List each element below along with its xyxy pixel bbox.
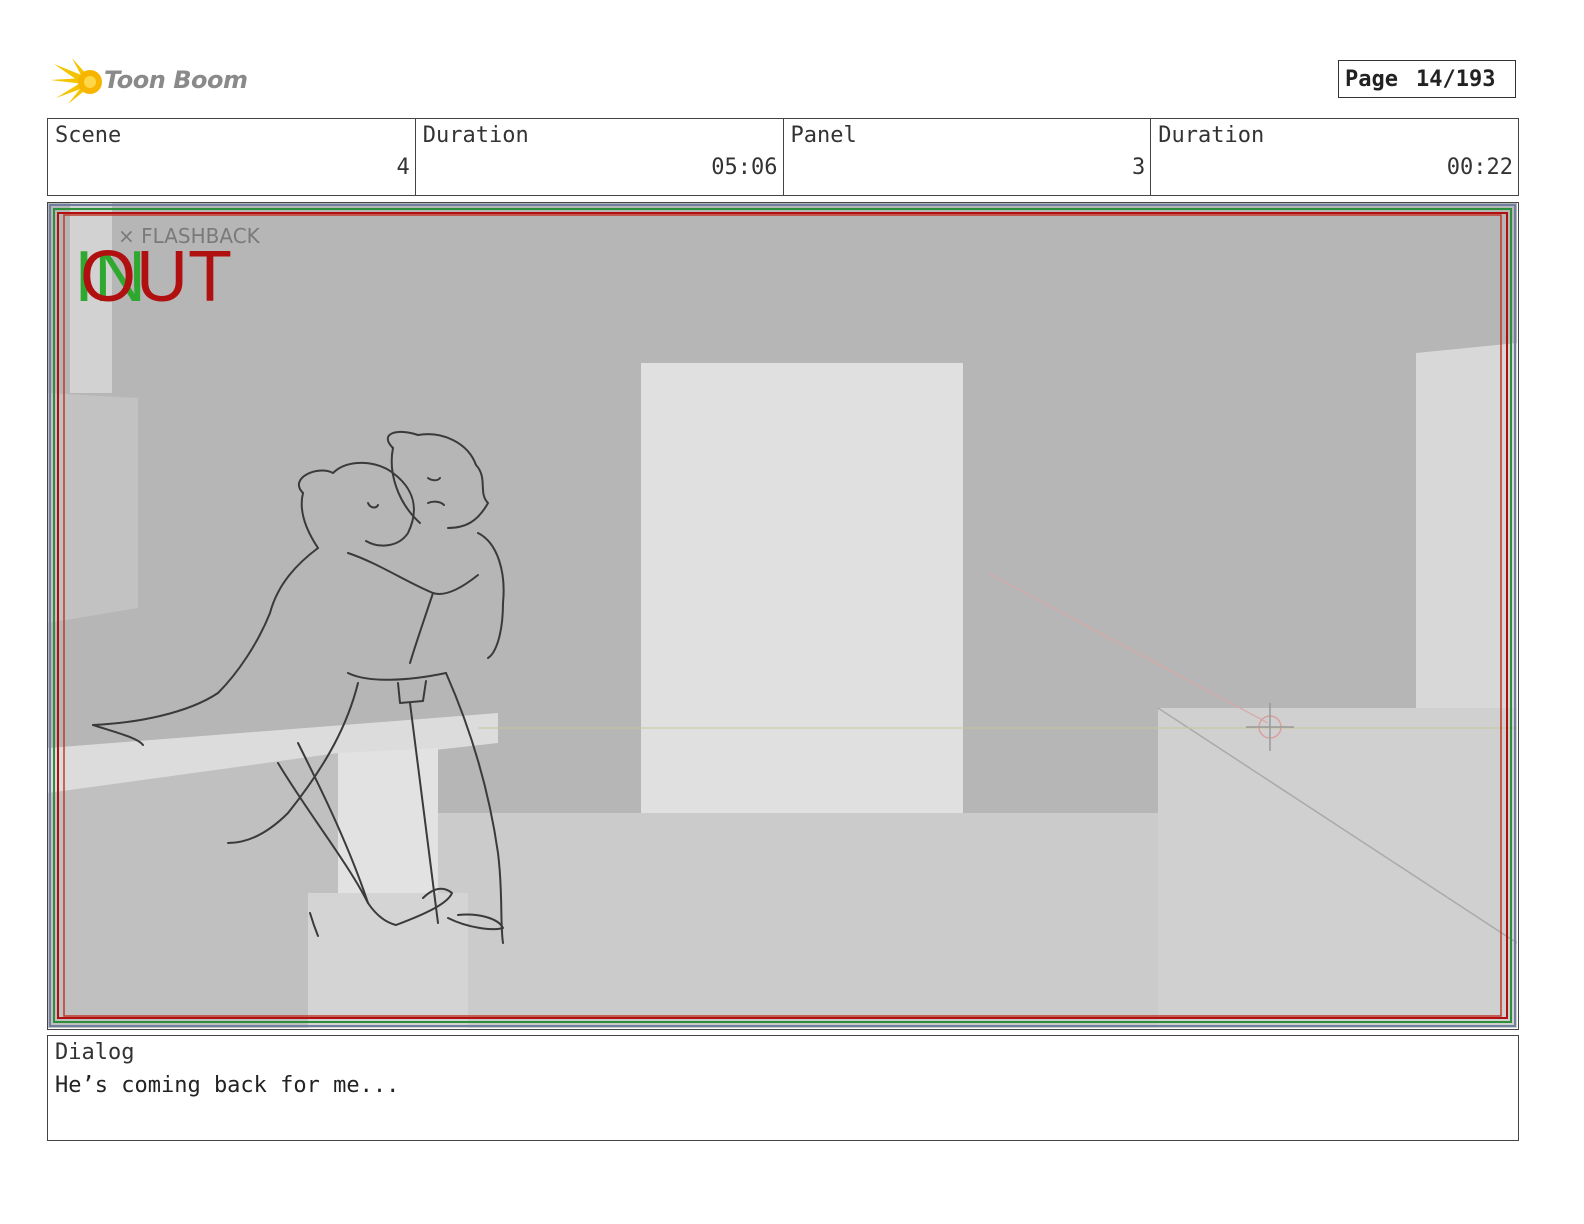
toon-boom-logo: Toon Boom [50,54,250,108]
scene-duration-cell: Duration 05:06 [416,119,784,195]
panel-duration-cell: Duration 00:22 [1151,119,1518,195]
dialog-label: Dialog [55,1040,135,1065]
scene-label: Scene [55,123,122,148]
scene-duration-value: 05:06 [711,155,778,180]
page-indicator: Page 14/193 [1338,60,1516,98]
dialog-text: He’s coming back for me... [55,1073,400,1098]
storyboard-panel: × FLASHBACK IN OUT [47,202,1519,1030]
scene-duration-label: Duration [422,123,529,148]
out-mark: OUT [80,237,232,317]
panel-cell: Panel 3 [784,119,1152,195]
panel-label: Panel [790,123,857,148]
page-number: 14/193 [1415,66,1496,92]
scene-value: 4 [396,155,410,180]
page-label: Page [1345,66,1398,92]
panel-drawing: × FLASHBACK IN OUT [48,203,1517,1028]
panel-duration-label: Duration [1158,123,1265,148]
dialog-box: Dialog He’s coming back for me... [47,1035,1519,1141]
star-burst-icon [50,58,102,104]
panel-value: 3 [1132,155,1146,180]
scene-cell: Scene 4 [48,119,416,195]
scene-info-table: Scene 4 Duration 05:06 Panel 3 Duration … [47,118,1519,196]
panel-duration-value: 00:22 [1446,155,1513,180]
logo-text: Toon Boom [104,66,248,94]
